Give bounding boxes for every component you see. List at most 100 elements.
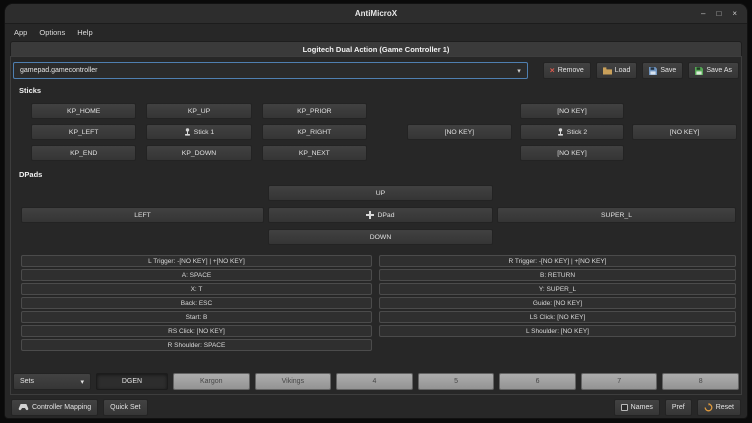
profile-combobox[interactable]: gamepad.gamecontroller ▾: [13, 62, 528, 79]
stick2-grid-spacer: [632, 103, 737, 119]
profile-row: gamepad.gamecontroller ▾ × Remove Load S…: [13, 62, 739, 79]
sets-dropdown-label: Sets: [20, 378, 34, 385]
names-toggle-button[interactable]: Names: [614, 399, 660, 416]
save-disk-icon: [649, 67, 657, 75]
stick2-right-button[interactable]: [NO KEY]: [632, 124, 737, 140]
stick2-left-button[interactable]: [NO KEY]: [407, 124, 512, 140]
dpad-icon: [366, 211, 374, 219]
chevron-down-icon: ▾: [517, 67, 521, 75]
mapping-column-left: L Trigger: -[NO KEY] | +[NO KEY] A: SPAC…: [21, 255, 372, 351]
ls-click-button[interactable]: LS Click: [NO KEY]: [379, 311, 736, 323]
sticks-heading: Sticks: [19, 86, 41, 95]
quick-set-button[interactable]: Quick Set: [103, 399, 147, 416]
remove-icon: ×: [550, 66, 555, 75]
names-button-label: Names: [631, 404, 653, 411]
footer-bar: Controller Mapping Quick Set Names Pref …: [11, 399, 741, 416]
mapping-column-right: R Trigger: -[NO KEY] | +[NO KEY] B: RETU…: [379, 255, 736, 337]
stick2-grid: [NO KEY] [NO KEY] Stick 2 [NO KEY] [NO K…: [407, 103, 737, 161]
stick1-label: Stick 1: [194, 129, 214, 136]
checkbox-icon: [621, 404, 628, 411]
dpad-label: DPad: [377, 212, 394, 219]
start-button[interactable]: Start: B: [21, 311, 372, 323]
l-shoulder-button[interactable]: L Shoulder: [NO KEY]: [379, 325, 736, 337]
set-button-6[interactable]: 6: [499, 373, 576, 390]
stick1-down-left-button[interactable]: KP_END: [31, 145, 136, 161]
load-button[interactable]: Load: [596, 62, 638, 79]
set-button-4[interactable]: 4: [336, 373, 413, 390]
save-button[interactable]: Save: [642, 62, 683, 79]
sets-row: Sets ▾ DGEN Kargon Vikings 4 5 6 7 8: [13, 373, 739, 390]
stick2-label: Stick 2: [567, 129, 587, 136]
joystick-icon: [557, 128, 564, 136]
dpads-heading: DPads: [19, 170, 42, 179]
reset-button-label: Reset: [716, 404, 734, 411]
remove-button-label: Remove: [558, 67, 584, 74]
rs-click-button[interactable]: RS Click: [NO KEY]: [21, 325, 372, 337]
stick2-grid-spacer: [407, 145, 512, 161]
window-title: AntiMicroX: [355, 9, 397, 18]
r-trigger-button[interactable]: R Trigger: -[NO KEY] | +[NO KEY]: [379, 255, 736, 267]
set-button-5[interactable]: 5: [418, 373, 495, 390]
save-as-button[interactable]: Save As: [688, 62, 739, 79]
reset-arrow-icon: [704, 403, 713, 412]
stick1-up-right-button[interactable]: KP_PRIOR: [262, 103, 367, 119]
app-window: AntiMicroX – □ × App Options Help Logite…: [4, 3, 748, 419]
stick1-left-button[interactable]: KP_LEFT: [31, 124, 136, 140]
stick2-grid-spacer: [407, 103, 512, 119]
dpad-left-button[interactable]: LEFT: [21, 207, 264, 223]
stick1-right-button[interactable]: KP_RIGHT: [262, 124, 367, 140]
dpad-up-button[interactable]: UP: [268, 185, 493, 201]
window-controls: – □ ×: [701, 4, 737, 24]
l-trigger-button[interactable]: L Trigger: -[NO KEY] | +[NO KEY]: [21, 255, 372, 267]
dpad-button[interactable]: DPad: [268, 207, 493, 223]
set-button-7[interactable]: 7: [581, 373, 658, 390]
sets-dropdown-button[interactable]: Sets ▾: [13, 373, 91, 390]
set-button-3[interactable]: Vikings: [255, 373, 332, 390]
reset-button[interactable]: Reset: [697, 399, 741, 416]
stick1-down-right-button[interactable]: KP_NEXT: [262, 145, 367, 161]
controller-mapping-button[interactable]: Controller Mapping: [11, 399, 98, 416]
y-button[interactable]: Y: SUPER_L: [379, 283, 736, 295]
stick1-down-button[interactable]: KP_DOWN: [146, 145, 251, 161]
profile-combobox-value: gamepad.gamecontroller: [20, 67, 97, 74]
gamepad-icon: [18, 404, 29, 411]
dpad-right-button[interactable]: SUPER_L: [497, 207, 736, 223]
back-button[interactable]: Back: ESC: [21, 297, 372, 309]
r-shoulder-button[interactable]: R Shoulder: SPACE: [21, 339, 372, 351]
a-button[interactable]: A: SPACE: [21, 269, 372, 281]
x-button[interactable]: X: T: [21, 283, 372, 295]
stick2-button[interactable]: Stick 2: [520, 124, 625, 140]
menu-options[interactable]: Options: [33, 25, 71, 40]
menubar: App Options Help: [8, 24, 99, 40]
joystick-icon: [184, 128, 191, 136]
set-button-1[interactable]: DGEN: [96, 373, 168, 390]
dpad-down-button[interactable]: DOWN: [268, 229, 493, 245]
dpad-middle-row: LEFT DPad SUPER_L: [21, 207, 736, 223]
guide-button[interactable]: Guide: [NO KEY]: [379, 297, 736, 309]
controller-tab-label: Logitech Dual Action (Game Controller 1): [303, 45, 450, 54]
stick2-down-button[interactable]: [NO KEY]: [520, 145, 625, 161]
b-button[interactable]: B: RETURN: [379, 269, 736, 281]
pref-button[interactable]: Pref: [665, 399, 692, 416]
maximize-icon[interactable]: □: [716, 10, 721, 18]
stick1-up-left-button[interactable]: KP_HOME: [31, 103, 136, 119]
stick1-button[interactable]: Stick 1: [146, 124, 251, 140]
controller-mapping-label: Controller Mapping: [32, 404, 91, 411]
folder-open-icon: [603, 67, 612, 75]
titlebar[interactable]: AntiMicroX – □ ×: [5, 4, 747, 24]
stick2-up-button[interactable]: [NO KEY]: [520, 103, 625, 119]
stick1-up-button[interactable]: KP_UP: [146, 103, 251, 119]
stick2-grid-spacer: [632, 145, 737, 161]
save-as-disk-icon: [695, 67, 703, 75]
remove-button[interactable]: × Remove: [543, 62, 591, 79]
controller-tab[interactable]: Logitech Dual Action (Game Controller 1): [10, 41, 742, 57]
set-button-8[interactable]: 8: [662, 373, 739, 390]
stick1-grid: KP_HOME KP_UP KP_PRIOR KP_LEFT Stick 1 K…: [31, 103, 367, 161]
menu-help[interactable]: Help: [71, 25, 98, 40]
close-icon[interactable]: ×: [732, 10, 737, 18]
menu-app[interactable]: App: [8, 25, 33, 40]
minimize-icon[interactable]: –: [701, 10, 705, 18]
save-as-button-label: Save As: [706, 67, 732, 74]
save-button-label: Save: [660, 67, 676, 74]
set-button-2[interactable]: Kargon: [173, 373, 250, 390]
